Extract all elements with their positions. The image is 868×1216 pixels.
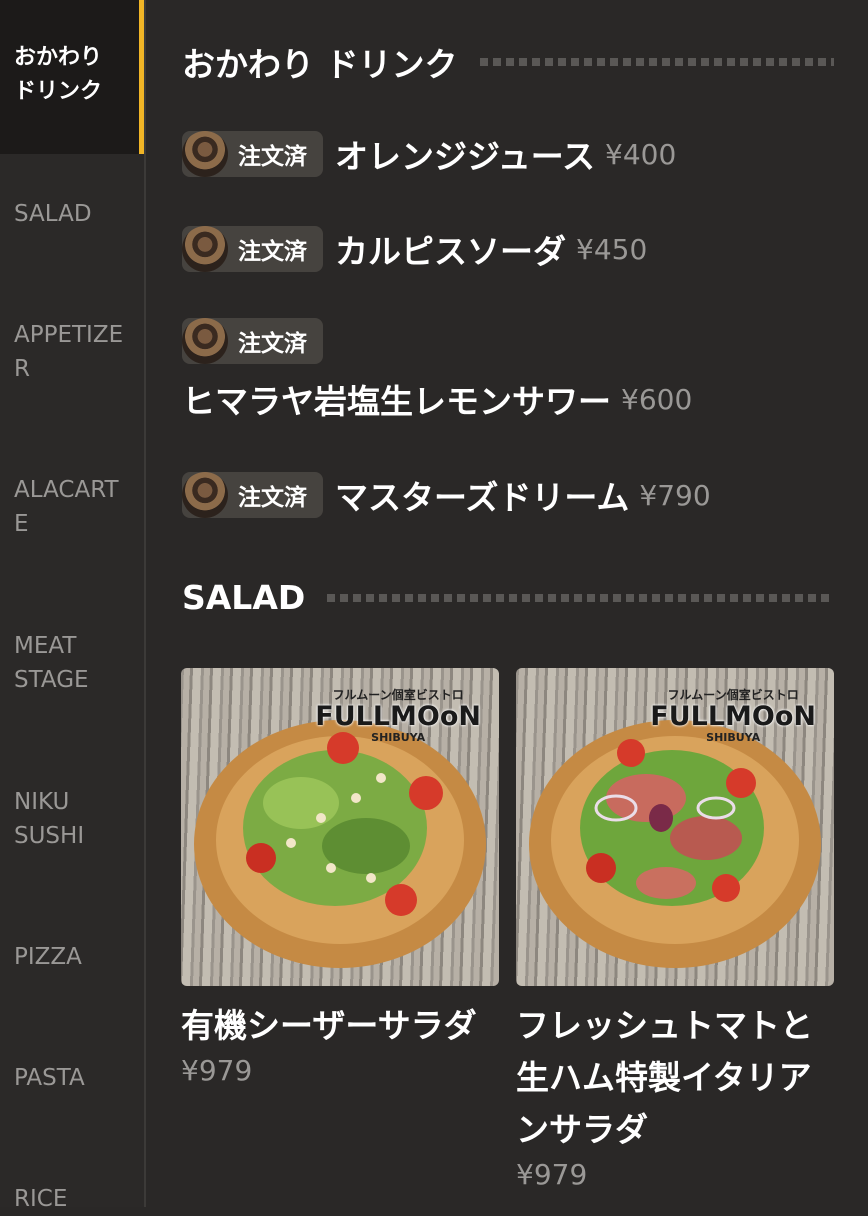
ordered-badge: 注文済 (182, 472, 323, 518)
drink-thumbnail-icon (182, 318, 228, 364)
ordered-badge-label: 注文済 (238, 144, 307, 170)
section-header-salad: SALAD (182, 578, 834, 617)
drink-thumbnail-icon (182, 226, 228, 272)
menu-item-name[interactable]: フレッシュトマトと 生ハム特製イタリア ンサラダ (516, 1000, 834, 1156)
ordered-badge: 注文済 (182, 131, 323, 177)
restaurant-logo: フルムーン個室ビストロ FULLMOoN SHIBUYA (650, 688, 816, 744)
menu-card[interactable]: フルムーン個室ビストロ FULLMOoN SHIBUYA フレッシュトマトと 生… (516, 668, 834, 1191)
salad-photo[interactable]: フルムーン個室ビストロ FULLMOoN SHIBUYA (181, 668, 499, 986)
section-title: SALAD (182, 578, 306, 617)
sidebar-item-pasta[interactable]: PASTA (0, 1061, 144, 1095)
menu-item-row[interactable]: 注文済 オレンジジュース ¥400 (182, 130, 848, 178)
menu-item-price: ¥979 (516, 1158, 588, 1191)
sidebar-item-rice[interactable]: RICE (0, 1182, 144, 1216)
drink-thumbnail-icon (182, 131, 228, 177)
menu-item-row[interactable]: 注文済 マスターズドリーム ¥790 (182, 471, 848, 519)
sidebar-item-meat-stage[interactable]: MEAT STAGE (0, 629, 144, 697)
restaurant-logo: フルムーン個室ビストロ FULLMOoN SHIBUYA (315, 688, 481, 744)
menu-item-name[interactable]: カルピスソーダ (335, 225, 566, 273)
menu-item-price: ¥790 (639, 478, 711, 512)
ordered-badge: 注文済 (182, 226, 323, 272)
menu-item-price: ¥600 (621, 382, 693, 416)
ordered-badge: 注文済 (182, 318, 323, 364)
sidebar-item-alacarte[interactable]: ALACART E (0, 473, 144, 541)
sidebar-item-okawari-drink[interactable]: おかわり ドリンク (0, 0, 144, 154)
menu-card[interactable]: フルムーン個室ビストロ FULLMOoN SHIBUYA 有機シーザーサラダ ¥… (181, 668, 499, 1087)
menu-item-price: ¥400 (605, 137, 677, 171)
menu-item-row[interactable]: 注文済 (182, 318, 848, 364)
menu-item-price: ¥450 (576, 232, 648, 266)
section-divider (479, 58, 834, 66)
sidebar-item-salad[interactable]: SALAD (0, 197, 144, 231)
menu-item-name[interactable]: 有機シーザーサラダ (181, 1000, 499, 1052)
menu-item-price: ¥979 (181, 1054, 253, 1087)
menu-item-row-continued[interactable]: ヒマラヤ岩塩生レモンサワー ¥600 (182, 375, 848, 423)
menu-item-row[interactable]: 注文済 カルピスソーダ ¥450 (182, 225, 848, 273)
menu-item-name[interactable]: ヒマラヤ岩塩生レモンサワー (182, 375, 611, 423)
sidebar-item-appetizer[interactable]: APPETIZE R (0, 318, 144, 386)
drink-thumbnail-icon (182, 472, 228, 518)
section-header-drinks: おかわり ドリンク (182, 38, 834, 86)
menu-content: おかわり ドリンク 注文済 オレンジジュース ¥400 注文済 カルピスソーダ … (146, 0, 868, 1207)
section-divider (327, 593, 834, 602)
sidebar-item-niku-sushi[interactable]: NIKU SUSHI (0, 785, 144, 853)
ordered-badge-label: 注文済 (238, 331, 307, 357)
category-sidebar: おかわり ドリンク SALAD APPETIZE R ALACART E MEA… (0, 0, 146, 1212)
menu-item-name[interactable]: マスターズドリーム (335, 471, 629, 519)
menu-item-name[interactable]: オレンジジュース (335, 130, 595, 178)
ordered-badge-label: 注文済 (238, 485, 307, 511)
salad-photo[interactable]: フルムーン個室ビストロ FULLMOoN SHIBUYA (516, 668, 834, 986)
ordered-badge-label: 注文済 (238, 239, 307, 265)
section-title: おかわり ドリンク (182, 45, 458, 84)
sidebar-item-pizza[interactable]: PIZZA (0, 940, 144, 974)
